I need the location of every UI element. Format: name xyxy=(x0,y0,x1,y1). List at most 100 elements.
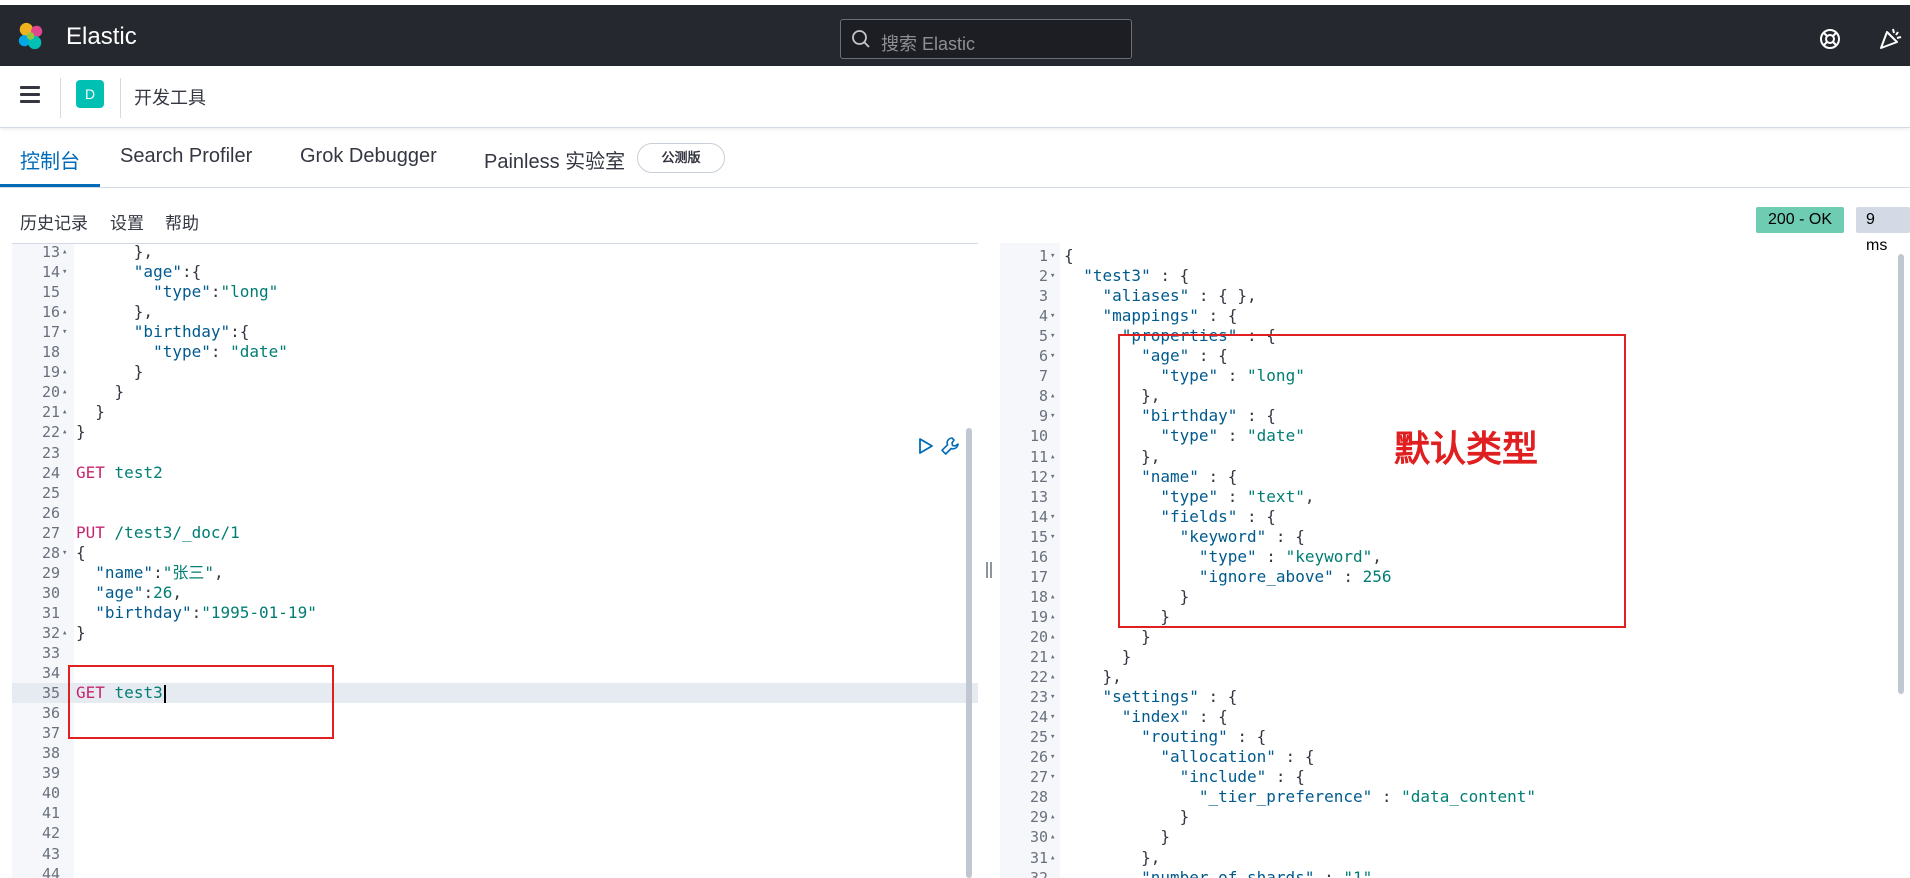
fold-closed-icon[interactable]: ▴ xyxy=(62,244,72,262)
fold-open-icon[interactable]: ▾ xyxy=(1050,326,1060,346)
fold-closed-icon[interactable]: ▴ xyxy=(1050,848,1060,868)
fold-open-icon[interactable]: ▾ xyxy=(62,262,72,282)
code-line[interactable]: 4 ▾ "mappings" : { xyxy=(1000,306,1910,326)
fold-closed-icon[interactable]: ▴ xyxy=(62,402,72,422)
code-line[interactable]: 3 "aliases" : { }, xyxy=(1000,286,1910,306)
code-line[interactable]: 32 ▴} xyxy=(12,623,978,643)
fold-closed-icon[interactable]: ▴ xyxy=(62,382,72,402)
fold-open-icon[interactable]: ▾ xyxy=(1050,346,1060,366)
code-line[interactable]: 31 ▴ }, xyxy=(1000,848,1910,868)
fold-closed-icon[interactable]: ▴ xyxy=(1050,587,1060,607)
newsfeed-icon[interactable] xyxy=(1878,25,1904,51)
tab-search-profiler[interactable]: Search Profiler xyxy=(120,145,252,168)
code-line[interactable]: 42 xyxy=(12,823,978,843)
tab-painless-lab[interactable]: Painless 实验室 xyxy=(484,145,625,174)
code-line[interactable]: 15 "type":"long" xyxy=(12,282,978,302)
code-line[interactable]: 2 ▾ "test3" : { xyxy=(1000,266,1910,286)
code-line[interactable]: 26 xyxy=(12,503,978,523)
fold-open-icon[interactable]: ▾ xyxy=(1050,306,1060,326)
code-line[interactable]: 33 xyxy=(12,643,978,663)
code-line[interactable]: 29 ▴ } xyxy=(1000,807,1910,827)
fold-open-icon[interactable]: ▾ xyxy=(62,322,72,342)
fold-closed-icon[interactable]: ▴ xyxy=(62,623,72,643)
code-line[interactable]: 14 ▾ "age":{ xyxy=(12,262,978,282)
code-line[interactable]: 19 ▴ } xyxy=(12,362,978,382)
fold-open-icon[interactable]: ▾ xyxy=(1050,406,1060,426)
code-line[interactable]: 27 ▾ "include" : { xyxy=(1000,767,1910,787)
request-editor[interactable]: 13 ▴ }, 14 ▾ "age":{15 "type":"long" 16 ▴ }, 1… xyxy=(12,243,978,878)
tab-grok-debugger[interactable]: Grok Debugger xyxy=(300,145,437,168)
fold-closed-icon[interactable]: ▴ xyxy=(1050,386,1060,406)
wrench-icon[interactable] xyxy=(940,436,960,456)
pane-resize-handle[interactable] xyxy=(985,561,993,579)
code-line[interactable]: 32 "number_of_shards" : "1", xyxy=(1000,868,1910,878)
fold-closed-icon[interactable]: ▴ xyxy=(1050,447,1060,467)
code-line[interactable]: 1 ▾{ xyxy=(1000,246,1910,266)
editor-scrollbar[interactable] xyxy=(966,428,972,878)
code-line[interactable]: 21 ▴ } xyxy=(1000,647,1910,667)
elastic-logo-icon[interactable] xyxy=(16,21,46,51)
line-number: 30 xyxy=(41,583,60,602)
code-line[interactable]: 30 ▴ } xyxy=(1000,827,1910,847)
fold-open-icon[interactable]: ▾ xyxy=(1050,246,1060,266)
code-line[interactable]: 40 xyxy=(12,783,978,803)
fold-closed-icon[interactable]: ▴ xyxy=(1050,647,1060,667)
code-line[interactable]: 20 ▴ } xyxy=(1000,627,1910,647)
fold-closed-icon[interactable]: ▴ xyxy=(62,302,72,322)
code-line[interactable]: 23 ▾ "settings" : { xyxy=(1000,687,1910,707)
code-line[interactable]: 39 xyxy=(12,763,978,783)
global-search-input[interactable]: 搜索 Elastic xyxy=(840,19,1132,59)
code-line[interactable]: 17 ▾ "birthday":{ xyxy=(12,322,978,342)
space-avatar[interactable]: D xyxy=(76,80,104,108)
fold-open-icon[interactable]: ▾ xyxy=(1050,467,1060,487)
fold-closed-icon[interactable]: ▴ xyxy=(1050,827,1060,847)
fold-open-icon[interactable]: ▾ xyxy=(1050,527,1060,547)
fold-closed-icon[interactable]: ▴ xyxy=(62,422,72,442)
fold-open-icon[interactable]: ▾ xyxy=(1050,507,1060,527)
hamburger-menu-icon[interactable] xyxy=(20,86,40,104)
code-line[interactable]: 28 "_tier_preference" : "data_content" xyxy=(1000,787,1910,807)
fold-open-icon[interactable]: ▾ xyxy=(62,543,72,563)
code-line[interactable]: 18 "type": "date" xyxy=(12,342,978,362)
code-line[interactable]: 43 xyxy=(12,844,978,864)
fold-closed-icon[interactable]: ▴ xyxy=(1050,667,1060,687)
settings-link[interactable]: 设置 xyxy=(110,209,144,234)
code-line[interactable]: 30 "age":26, xyxy=(12,583,978,603)
tab-console[interactable]: 控制台 xyxy=(20,145,80,174)
fold-closed-icon[interactable]: ▴ xyxy=(1050,807,1060,827)
code-line[interactable]: 28 ▾{ xyxy=(12,543,978,563)
code-line[interactable]: 23 xyxy=(12,443,978,463)
code-line[interactable]: 41 xyxy=(12,803,978,823)
code-line[interactable]: 38 xyxy=(12,743,978,763)
code-line[interactable]: 44 xyxy=(12,864,978,878)
fold-open-icon[interactable]: ▾ xyxy=(1050,687,1060,707)
code-line[interactable]: 13 ▴ }, xyxy=(12,244,978,262)
code-line[interactable]: 16 ▴ }, xyxy=(12,302,978,322)
history-link[interactable]: 历史记录 xyxy=(20,209,88,234)
code-line[interactable]: 25 ▾ "routing" : { xyxy=(1000,727,1910,747)
fold-open-icon[interactable]: ▾ xyxy=(1050,747,1060,767)
fold-closed-icon[interactable]: ▴ xyxy=(62,362,72,382)
code-line[interactable]: 22 ▴ }, xyxy=(1000,667,1910,687)
code-line[interactable]: 31 "birthday":"1995-01-19" xyxy=(12,603,978,623)
code-line[interactable]: 20 ▴ } xyxy=(12,382,978,402)
fold-open-icon[interactable]: ▾ xyxy=(1050,707,1060,727)
code-line[interactable]: 27 PUT /test3/_doc/1 xyxy=(12,523,978,543)
fold-open-icon[interactable]: ▾ xyxy=(1050,727,1060,747)
fold-closed-icon[interactable]: ▴ xyxy=(1050,627,1060,647)
fold-closed-icon[interactable]: ▴ xyxy=(1050,607,1060,627)
help-icon[interactable] xyxy=(1818,27,1842,51)
fold-open-icon[interactable]: ▾ xyxy=(1050,266,1060,286)
run-request-icon[interactable] xyxy=(918,437,934,455)
code-line[interactable]: 21 ▴ } xyxy=(12,402,978,422)
code-line[interactable]: 22 ▴} xyxy=(12,422,978,442)
code-line[interactable]: 26 ▾ "allocation" : { xyxy=(1000,747,1910,767)
code-line[interactable]: 24 ▾ "index" : { xyxy=(1000,707,1910,727)
brand-name[interactable]: Elastic xyxy=(66,23,137,51)
help-link[interactable]: 帮助 xyxy=(165,209,199,234)
fold-open-icon[interactable]: ▾ xyxy=(1050,767,1060,787)
code-line[interactable]: 24 GET test2 xyxy=(12,463,978,483)
code-line[interactable]: 29 "name":"张三", xyxy=(12,563,978,583)
code-line[interactable]: 25 xyxy=(12,483,978,503)
response-scrollbar[interactable] xyxy=(1898,254,1904,694)
